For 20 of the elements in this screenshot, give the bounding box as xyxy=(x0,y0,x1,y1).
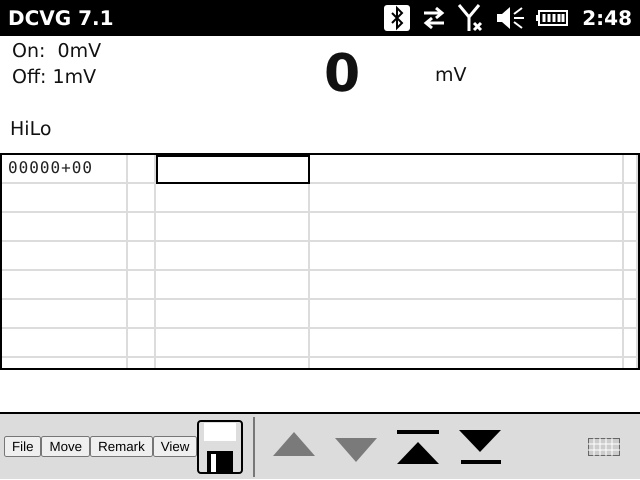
clock[interactable]: 2:48 xyxy=(582,6,632,30)
off-reading: Off: 1mV xyxy=(12,66,98,88)
battery-icon[interactable] xyxy=(536,10,568,26)
unit-label: mV xyxy=(435,64,467,86)
menu-item[interactable]: Move xyxy=(41,436,90,457)
voltage-value: 0 xyxy=(324,44,362,104)
save-icon[interactable] xyxy=(197,420,244,474)
jump-to-bottom-icon[interactable] xyxy=(457,430,504,464)
speaker-muted-icon[interactable] xyxy=(496,6,526,30)
table-cell[interactable]: 00000+00 xyxy=(2,155,128,184)
bluetooth-icon[interactable] xyxy=(384,5,410,31)
on-reading: On: 0mV xyxy=(12,40,102,62)
menu-item[interactable]: Remark xyxy=(90,436,153,457)
mode-label: HiLo xyxy=(10,118,52,140)
menu-item[interactable]: File xyxy=(4,436,42,457)
keyboard-icon[interactable] xyxy=(588,438,620,456)
app-title: DCVG 7.1 xyxy=(8,6,115,30)
menu-item[interactable]: View xyxy=(152,436,198,457)
table-cell[interactable] xyxy=(156,155,310,184)
jump-to-top-icon[interactable] xyxy=(395,430,442,464)
